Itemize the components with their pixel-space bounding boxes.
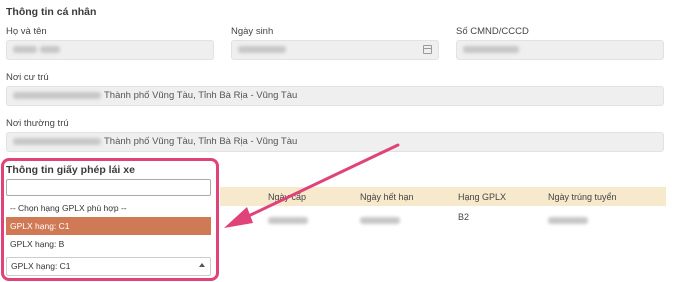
highlight-box bbox=[1, 158, 219, 281]
